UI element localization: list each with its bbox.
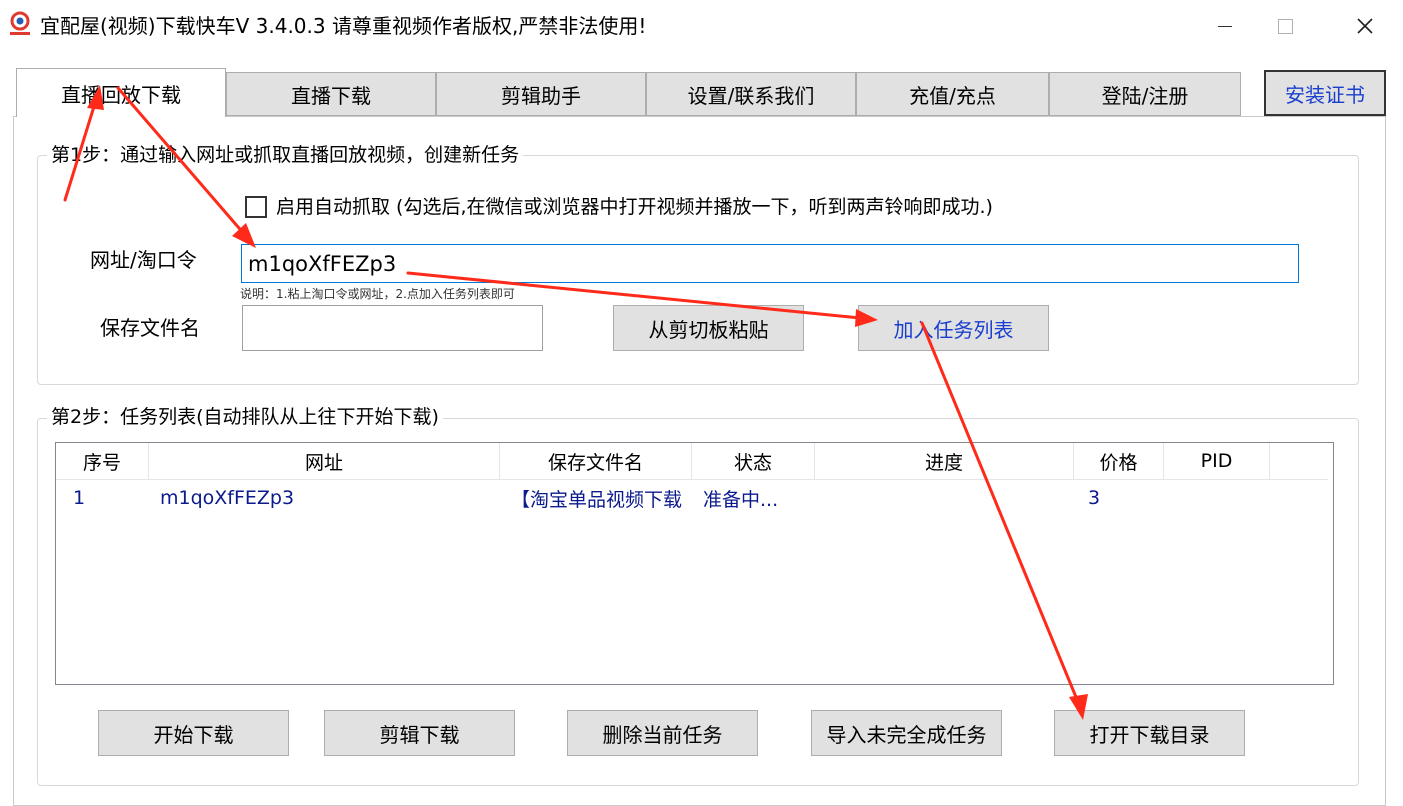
tab-label: 直播下载	[291, 83, 371, 108]
column-header-pid[interactable]: PID	[1164, 443, 1270, 479]
tab-label: 剪辑助手	[501, 83, 581, 108]
import-incomplete-tasks-button[interactable]: 导入未完全成任务	[811, 710, 1002, 756]
filename-label: 保存文件名	[100, 316, 200, 340]
step2-legend: 第2步：任务列表(自动排队从上往下开始下载)	[47, 405, 443, 429]
tab-label: 登陆/注册	[1101, 83, 1189, 108]
row-progress	[826, 481, 1066, 515]
column-header-price[interactable]: 价格	[1074, 443, 1164, 479]
minimize-icon	[1218, 25, 1232, 27]
tab-label: 设置/联系我们	[687, 83, 815, 108]
delete-current-task-button[interactable]: 删除当前任务	[567, 710, 758, 756]
tab-live-replay-download[interactable]: 直播回放下载	[16, 68, 226, 117]
close-icon	[1357, 18, 1373, 34]
paste-from-clipboard-button[interactable]: 从剪切板粘贴	[613, 305, 804, 351]
step1-legend: 第1步：通过输入网址或抓取直播回放视频，创建新任务	[47, 143, 524, 167]
row-filename: 【淘宝单品视频下载	[511, 488, 683, 511]
column-header-index[interactable]: 序号	[56, 443, 149, 479]
clip-download-button[interactable]: 剪辑下载	[324, 710, 515, 756]
auto-capture-checkbox[interactable]	[245, 196, 267, 218]
row-index: 1	[73, 487, 86, 509]
tab-settings-contact[interactable]: 设置/联系我们	[646, 72, 856, 116]
url-label: 网址/淘口令	[90, 248, 197, 272]
row-status: 准备中...	[703, 488, 779, 511]
auto-capture-label: 启用自动抓取 (勾选后,在微信或浏览器中打开视频并播放一下，听到两声铃响即成功.…	[276, 196, 993, 218]
tab-label: 充值/充点	[909, 83, 996, 108]
maximize-button[interactable]	[1250, 0, 1320, 52]
open-download-folder-button[interactable]: 打开下载目录	[1054, 710, 1245, 756]
column-header-filename[interactable]: 保存文件名	[500, 443, 692, 479]
window-title: 宜配屋(视频)下载快车V 3.4.0.3 请尊重视频作者版权,严禁非法使用!	[40, 14, 647, 38]
tab-login-register[interactable]: 登陆/注册	[1049, 72, 1241, 116]
url-input-value: m1qoXfFEZp3	[248, 251, 397, 276]
tab-clip-assistant[interactable]: 剪辑助手	[436, 72, 646, 116]
column-header-url[interactable]: 网址	[149, 443, 500, 479]
filename-input[interactable]	[242, 305, 543, 351]
url-input[interactable]: m1qoXfFEZp3	[241, 244, 1299, 283]
column-header-progress[interactable]: 进度	[815, 443, 1074, 479]
app-logo-icon	[8, 11, 32, 37]
maximize-icon	[1277, 18, 1293, 34]
add-to-task-list-button[interactable]: 加入任务列表	[858, 305, 1049, 351]
tab-label: 直播回放下载	[61, 82, 181, 107]
row-pid	[1176, 481, 1266, 515]
row-price: 3	[1088, 487, 1101, 509]
row-url: m1qoXfFEZp3	[160, 487, 295, 509]
start-download-button[interactable]: 开始下载	[98, 710, 289, 756]
input-hint: 说明：1.粘上淘口令或网址，2.点加入任务列表即可	[240, 287, 515, 301]
tab-recharge[interactable]: 充值/充点	[856, 72, 1049, 116]
task-list[interactable]: 序号 网址 保存文件名 状态 进度 价格 PID 1 m1qoXfFEZp3 【…	[55, 442, 1334, 685]
close-button[interactable]	[1330, 0, 1400, 52]
install-certificate-button[interactable]: 安装证书	[1264, 70, 1386, 116]
tab-live-download[interactable]: 直播下载	[226, 72, 436, 116]
task-list-header: 序号 网址 保存文件名 状态 进度 价格 PID	[56, 443, 1328, 480]
column-header-status[interactable]: 状态	[692, 443, 815, 479]
